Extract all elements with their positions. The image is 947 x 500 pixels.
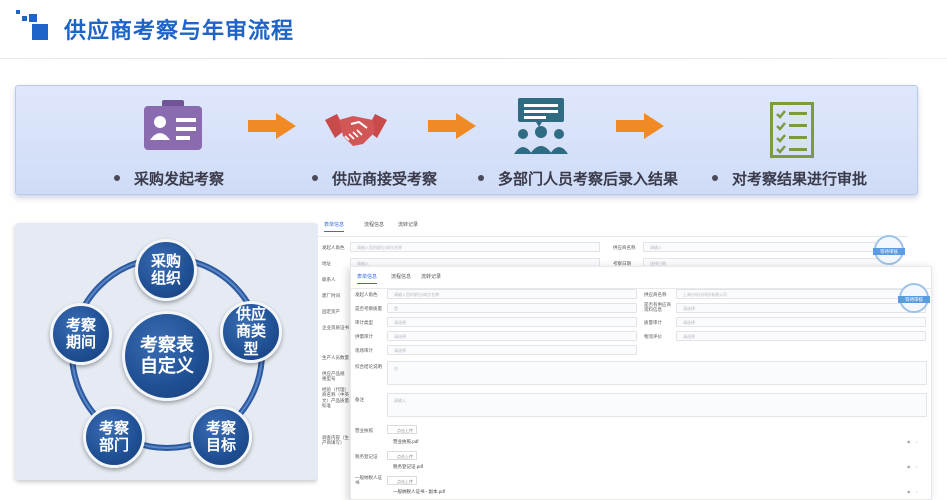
pending-review-stamp: 等待审核 <box>898 283 930 313</box>
file-action-icons[interactable]: ◉ ↓ <box>907 439 920 444</box>
audit-type-select[interactable]: 请选择 <box>387 317 637 327</box>
field-label: 地址 <box>322 261 331 266</box>
field-label: 审计类型 <box>355 320 373 325</box>
remark-textarea[interactable]: 请输入 <box>387 393 927 417</box>
quality-check-select[interactable]: 是 <box>387 303 637 313</box>
summary-textarea[interactable]: 在 <box>387 361 927 385</box>
tab-flow-record[interactable]: 流转记录 <box>398 221 418 228</box>
field-label: 税务登记证 <box>355 454 378 459</box>
field-label: 质量审计 <box>644 320 662 325</box>
cycle-node-period: 考察期间 <box>50 303 112 365</box>
step-label-2: 供应商接受考察 <box>312 168 437 189</box>
quality-audit-select[interactable]: 请选择 <box>676 317 926 327</box>
supplier-name-input[interactable]: 请输入 <box>643 242 893 252</box>
step-label-3: 多部门人员考察后录入结果 <box>478 168 678 189</box>
field-label: 备注 <box>355 397 364 402</box>
page-title: 供应商考察与年审流程 <box>64 18 295 43</box>
form-tabs: 表单信息 流程信息 流转记录 <box>318 215 908 237</box>
field-label: 建厂时间 <box>322 293 340 298</box>
supplier-info-select[interactable]: 请选择 <box>676 303 926 313</box>
attachment-file[interactable]: 营业执照.pdf <box>393 439 419 445</box>
upload-button[interactable]: 点击上传 <box>387 476 417 485</box>
supplier-name-input[interactable]: 上海分析仪科技有限公司 <box>676 289 926 299</box>
field-label: 供应产品规格型号 <box>322 371 345 382</box>
step-label-4: 对考察结果进行审批 <box>712 168 867 189</box>
tab-flow-record[interactable]: 流转记录 <box>421 273 441 280</box>
field-label: 调查内容（生产商填写） <box>322 435 349 446</box>
team-meeting-icon <box>514 98 568 154</box>
field-label: 一般纳税人证书 <box>355 475 382 486</box>
field-label: 企业资质证书 <box>322 325 349 330</box>
cycle-node-department: 考察部门 <box>83 406 145 468</box>
cycle-diagram-panel: 考察表自定义 采购组织 供应商类型 考察目标 考察部门 考察期间 <box>15 223 318 480</box>
step-label-1: 采购发起考察 <box>114 168 224 189</box>
company-logo <box>16 10 56 40</box>
id-card-icon <box>144 100 202 150</box>
field-label: 是否考察质量 <box>355 306 382 311</box>
field-label: 生产人员数量 <box>322 355 349 360</box>
field-label: 是否有供应商资料信息 <box>644 302 671 313</box>
form-screenshot-front: 表单信息 流程信息 流转记录 发起人角色 请输入您的职位/岗位名称 供应商名称 … <box>350 266 932 500</box>
attachment-file[interactable]: 税务登记证.pdf <box>393 464 423 470</box>
field-label: 供应商名称 <box>644 292 667 297</box>
field-label: 现场审计 <box>355 348 373 353</box>
field-label: 发起人角色 <box>355 292 378 297</box>
file-action-icons[interactable]: ◉ ↓ <box>907 489 920 494</box>
upload-button[interactable]: 点击上传 <box>387 451 417 460</box>
checklist-icon <box>770 102 814 158</box>
cycle-node-supplier-type: 供应商类型 <box>220 301 282 363</box>
arrow-right-icon <box>248 113 296 139</box>
field-label: 联系人 <box>322 277 336 282</box>
tab-process-info[interactable]: 流程信息 <box>364 221 384 228</box>
cycle-center-node: 考察表自定义 <box>122 311 212 401</box>
cycle-node-target: 考察目标 <box>190 406 252 468</box>
handshake-icon <box>325 114 387 146</box>
cycle-node-purchasing-org: 采购组织 <box>135 239 197 301</box>
pending-review-stamp: 等待审核 <box>873 235 905 265</box>
field-label: 供需审计 <box>355 334 373 339</box>
tab-process-info[interactable]: 流程信息 <box>391 273 411 280</box>
onsite-audit-select[interactable]: 请选择 <box>387 345 637 355</box>
field-label: 固定资产 <box>322 309 340 314</box>
field-label: 经验（代理）商名称（中英文）产品质量标准 <box>322 387 349 409</box>
arrow-right-icon <box>616 113 664 139</box>
arrow-right-icon <box>428 113 476 139</box>
header-divider <box>0 58 947 59</box>
tab-form-info[interactable]: 表单信息 <box>357 273 378 284</box>
supply-audit-select[interactable]: 请选择 <box>387 331 637 341</box>
form-tabs: 表单信息 流程信息 流转记录 <box>351 267 931 289</box>
initiator-role-input[interactable]: 请输入您的职位/岗位名称 <box>350 242 600 252</box>
field-label: 物流评价 <box>644 334 662 339</box>
upload-button[interactable]: 点击上传 <box>387 425 417 434</box>
field-label: 发起人角色 <box>322 245 345 250</box>
attachment-file[interactable]: 一般纳税人证书 - 副本.pdf <box>393 489 445 495</box>
logistics-eval-select[interactable]: 请选择 <box>676 331 926 341</box>
field-label: 供应商名称 <box>613 245 636 250</box>
field-label: 综合结论说明 <box>355 364 382 369</box>
field-label: 营业执照 <box>355 428 373 433</box>
file-action-icons[interactable]: ◉ ↓ <box>907 464 920 469</box>
initiator-role-input[interactable]: 请输入您的职位/岗位名称 <box>387 289 637 299</box>
tab-form-info[interactable]: 表单信息 <box>324 221 345 232</box>
